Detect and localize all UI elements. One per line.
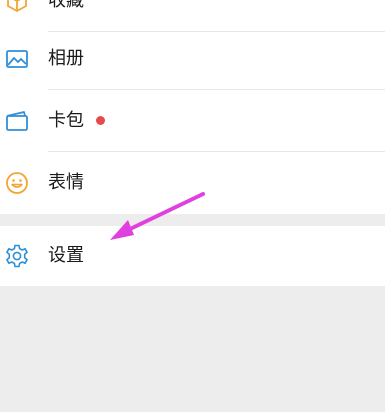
favorites-cube-icon	[4, 0, 30, 14]
menu-item-settings-label: 设置	[48, 245, 84, 266]
menu-item-settings[interactable]: 设置	[0, 225, 385, 287]
menu-group-settings: 设置	[0, 226, 385, 286]
smiley-face-icon	[4, 170, 30, 196]
new-badge-dot	[96, 116, 105, 125]
card-wallet-icon	[4, 108, 30, 134]
album-picture-icon	[4, 46, 30, 72]
wechat-me-menu: 收藏 相册 卡包 表情 设置	[0, 0, 385, 412]
menu-item-album-label: 相册	[48, 48, 84, 69]
menu-item-stickers-label: 表情	[48, 172, 84, 193]
menu-item-stickers[interactable]: 表情	[0, 152, 385, 214]
menu-item-cards[interactable]: 卡包	[0, 90, 385, 152]
menu-group-main: 收藏 相册 卡包 表情	[0, 0, 385, 214]
menu-item-album[interactable]: 相册	[0, 28, 385, 90]
gear-icon	[4, 243, 30, 269]
menu-item-cards-label: 卡包	[48, 110, 84, 131]
